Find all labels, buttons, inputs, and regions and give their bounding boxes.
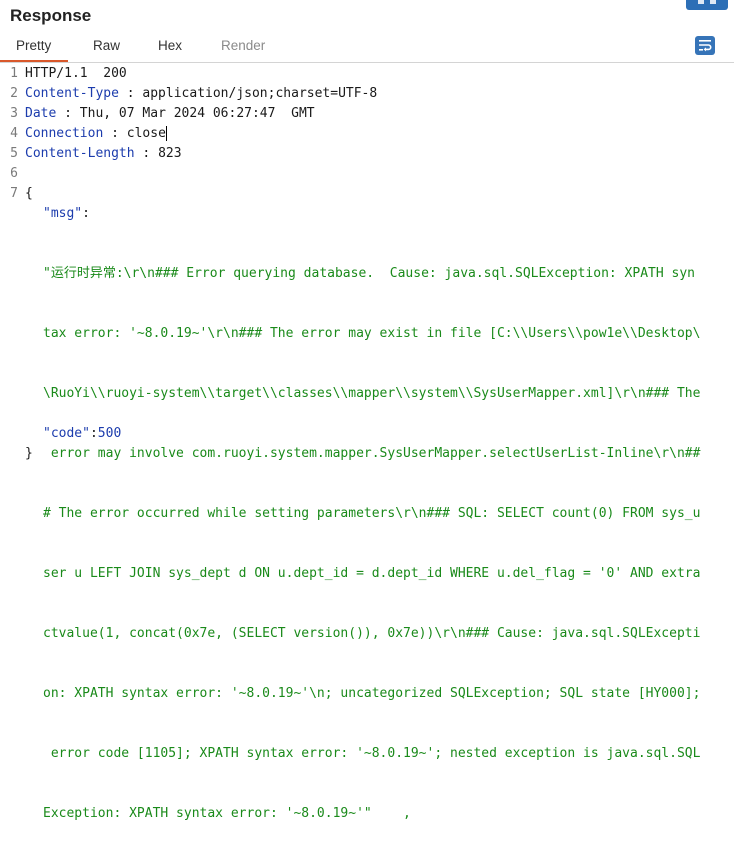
header-key: Connection	[25, 126, 104, 141]
tab-hex[interactable]: Hex	[158, 38, 182, 53]
header-connection: Connection : close	[25, 124, 167, 144]
header-value: application/json;charset=UTF-8	[142, 86, 378, 101]
header-value: close	[126, 126, 166, 141]
json-key-msg: "msg"	[43, 206, 83, 221]
line-1: 1 HTTP/1.1 200	[0, 64, 734, 84]
header-value: Thu, 07 Mar 2024 06:27:47 GMT	[79, 106, 315, 121]
text-wrap-icon[interactable]	[695, 36, 715, 55]
json-msg-key-line: "msg":	[0, 204, 734, 224]
code-pair: "code":500	[43, 424, 121, 444]
line-5: 5 Content-Length : 823	[0, 144, 734, 164]
msg-key-wrap: "msg":	[43, 204, 90, 224]
line-number: 1	[10, 66, 18, 81]
line-6: 6	[0, 164, 734, 184]
msg-line: tax error: '~8.0.19~'\r\n### The error m…	[43, 326, 701, 341]
json-colon: :	[89, 426, 98, 441]
line-3: 3 Date : Thu, 07 Mar 2024 06:27:47 GMT	[0, 104, 734, 124]
msg-line: ctvalue(1, concat(0x7e, (SELECT version(…	[43, 626, 701, 641]
header-sep: :	[103, 126, 127, 141]
msg-line: "运行时异常:\r\n### Error querying database. …	[43, 266, 695, 281]
json-colon: :	[82, 206, 90, 221]
text-cursor	[165, 126, 167, 141]
msg-line: error code [1105]; XPATH syntax error: '…	[43, 746, 701, 761]
line-7: 7 {	[0, 184, 734, 204]
json-close-brace: }	[25, 446, 33, 461]
json-msg-value: "运行时异常:\r\n### Error querying database. …	[43, 224, 725, 864]
response-header: Response Pretty Raw Hex Render	[0, 0, 734, 62]
json-open-brace: {	[25, 186, 33, 201]
line-4: 4 Connection : close	[0, 124, 734, 144]
line-number: 5	[10, 146, 18, 161]
line-number: 3	[10, 106, 18, 121]
header-key: Date	[25, 106, 57, 121]
json-close-line: }	[0, 444, 734, 464]
tab-render[interactable]: Render	[221, 38, 265, 53]
response-editor[interactable]: 1 HTTP/1.1 200 2 Content-Type : applicat…	[0, 64, 734, 821]
msg-line: ser u LEFT JOIN sys_dept d ON u.dept_id …	[43, 566, 701, 581]
msg-line: # The error occurred while setting param…	[43, 506, 701, 521]
layout-icon[interactable]	[686, 0, 728, 10]
json-code-value: 500	[97, 426, 122, 441]
panel-title: Response	[10, 6, 92, 25]
tab-raw[interactable]: Raw	[93, 38, 120, 53]
header-sep: :	[56, 106, 80, 121]
header-content-length: Content-Length : 823	[25, 144, 182, 164]
header-key: Content-Type	[25, 86, 119, 101]
header-sep: :	[134, 146, 159, 161]
line-number: 4	[10, 126, 18, 141]
header-divider	[0, 62, 734, 63]
status-line: HTTP/1.1 200	[25, 66, 127, 81]
msg-line: \RuoYi\\ruoyi-system\\target\\classes\\m…	[43, 386, 701, 401]
msg-line: on: XPATH syntax error: '~8.0.19~'\n; un…	[43, 686, 701, 701]
line-number: 2	[10, 86, 18, 101]
header-key: Content-Length	[25, 146, 135, 161]
line-number: 6	[10, 166, 18, 181]
msg-line: Exception: XPATH syntax error: '~8.0.19~…	[43, 806, 411, 821]
line-2: 2 Content-Type : application/json;charse…	[0, 84, 734, 104]
header-value: 823	[158, 146, 182, 161]
json-key-code: "code"	[43, 426, 90, 441]
json-code-line: "code":500	[0, 424, 734, 444]
header-sep: :	[118, 86, 143, 101]
header-date: Date : Thu, 07 Mar 2024 06:27:47 GMT	[25, 104, 315, 124]
header-content-type: Content-Type : application/json;charset=…	[25, 84, 377, 104]
tab-pretty[interactable]: Pretty	[16, 38, 51, 53]
line-number: 7	[10, 186, 18, 201]
